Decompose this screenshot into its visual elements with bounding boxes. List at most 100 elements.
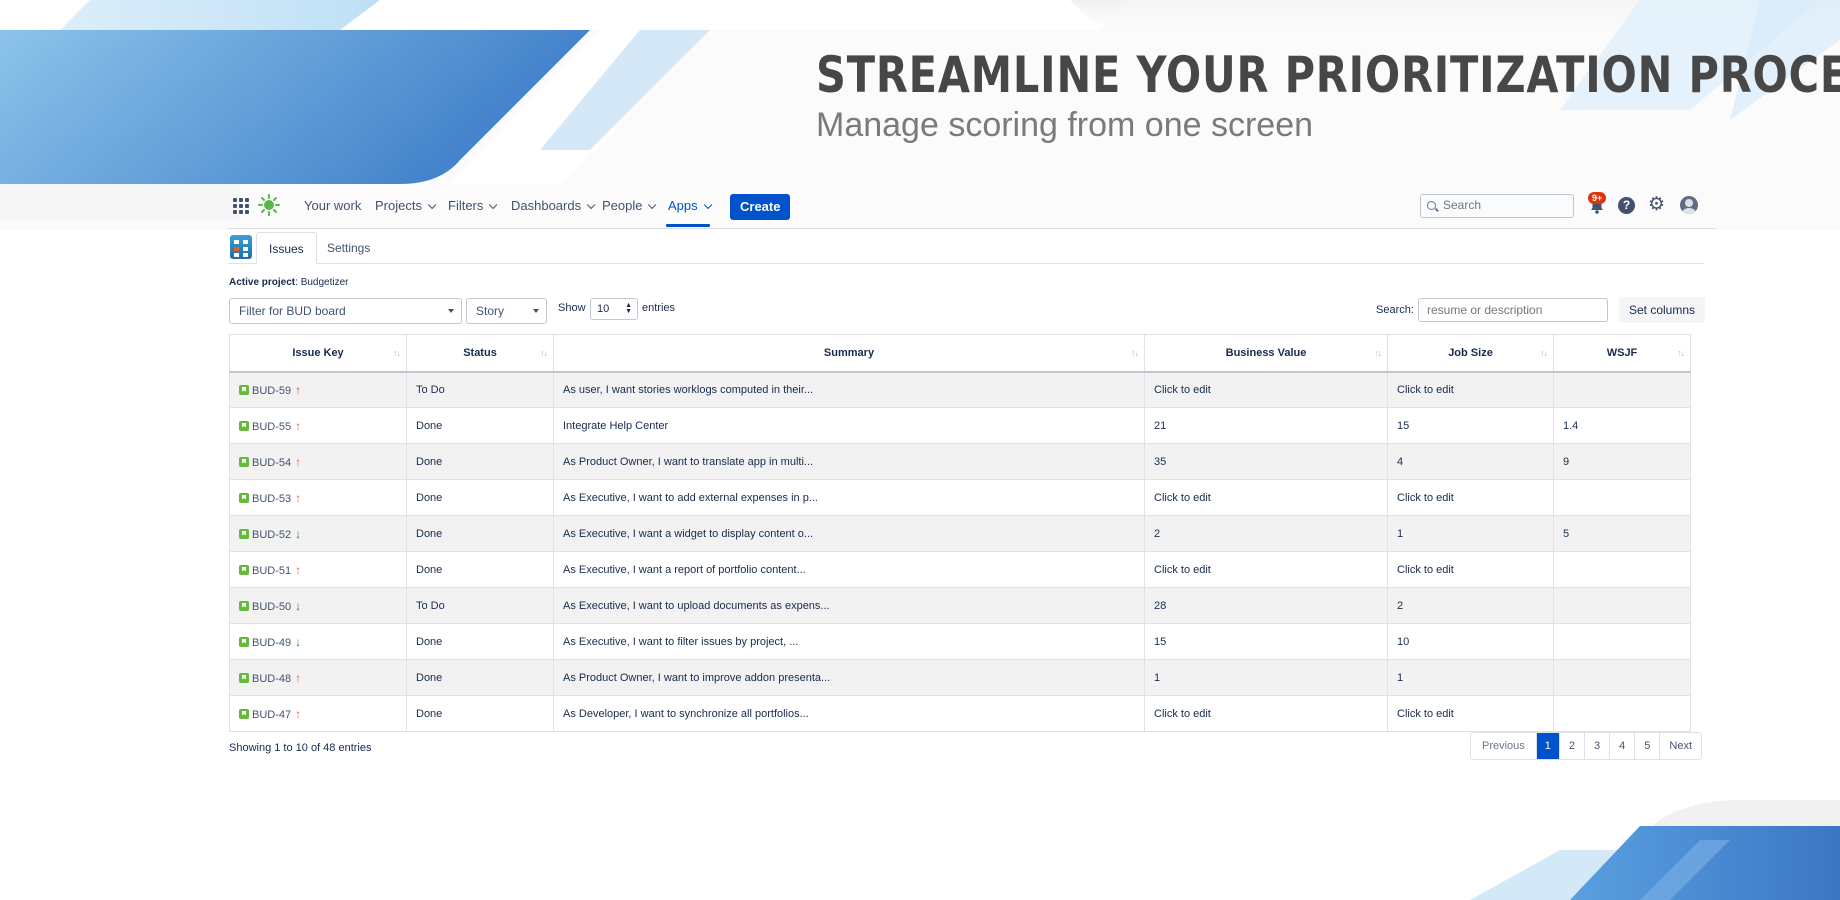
job-size-cell[interactable]: Click to edit <box>1387 371 1554 408</box>
chevron-down-icon <box>703 200 713 210</box>
issue-key-link[interactable]: BUD-49 <box>252 637 291 649</box>
nav-projects[interactable]: Projects <box>375 198 437 213</box>
settings-gear-icon[interactable]: ⚙ <box>1648 195 1665 215</box>
job-size-cell: 15 <box>1387 407 1554 444</box>
nav-your-work[interactable]: Your work <box>304 198 361 213</box>
business-value-cell[interactable]: Click to edit <box>1144 695 1388 732</box>
issue-key-link[interactable]: BUD-51 <box>252 565 291 577</box>
table-search-input[interactable] <box>1418 298 1608 322</box>
hero-title: STREAMLINE YOUR PRIORITIZATION PROCESS <box>816 46 1840 104</box>
nav-dashboards[interactable]: Dashboards <box>511 198 596 213</box>
summary-cell: As Developer, I want to synchronize all … <box>553 695 1145 732</box>
summary-cell: As Executive, I want a widget to display… <box>553 515 1145 552</box>
business-value-cell: 35 <box>1144 443 1388 480</box>
priority-high-arrow-icon: ↑ <box>295 562 302 577</box>
issue-key-cell: BUD-47 ↑ <box>229 695 407 732</box>
nav-search-input[interactable] <box>1443 198 1567 212</box>
user-avatar[interactable] <box>1680 196 1698 214</box>
business-value-cell: 28 <box>1144 587 1388 624</box>
column-header-wsjf[interactable]: WSJF ↑↓ <box>1553 334 1691 373</box>
table-row[interactable]: BUD-59 ↑ To Do As user, I want stories work… <box>229 371 1691 408</box>
table-row[interactable]: BUD-49 ↓ Done As Executive, I want to filte… <box>229 623 1691 660</box>
status-cell: To Do <box>406 371 554 408</box>
pagination-page-4[interactable]: 4 <box>1609 733 1634 759</box>
column-header-issue-key[interactable]: Issue Key ↑↓ <box>229 334 407 373</box>
help-icon[interactable]: ? <box>1618 197 1635 214</box>
pagination-page-2[interactable]: 2 <box>1558 733 1584 759</box>
issue-key-link[interactable]: BUD-48 <box>252 673 291 685</box>
wsjf-cell <box>1553 371 1691 408</box>
wsjf-cell: 5 <box>1553 515 1691 552</box>
issue-type-select[interactable]: Story <box>466 298 547 324</box>
table-row[interactable]: BUD-48 ↑ Done As Product Owner, I want to i… <box>229 659 1691 696</box>
issues-table-body: BUD-59 ↑ To Do As user, I want stories work… <box>229 371 1691 732</box>
active-nav-indicator <box>666 224 710 227</box>
business-value-cell[interactable]: Click to edit <box>1144 371 1388 408</box>
issue-key-link[interactable]: BUD-52 <box>252 529 291 541</box>
issue-key-link[interactable]: BUD-47 <box>252 709 291 721</box>
issue-key-link[interactable]: BUD-59 <box>252 385 291 397</box>
nav-apps[interactable]: Apps <box>668 198 713 213</box>
table-row[interactable]: BUD-51 ↑ Done As Executive, I want a report… <box>229 551 1691 588</box>
sort-icon: ↑↓ <box>540 348 548 358</box>
issue-key-cell: BUD-50 ↓ <box>229 587 407 624</box>
table-row[interactable]: BUD-53 ↑ Done As Executive, I want to add e… <box>229 479 1691 516</box>
issue-key-cell: BUD-49 ↓ <box>229 623 407 660</box>
column-header-business-value[interactable]: Business Value ↑↓ <box>1144 334 1388 373</box>
job-size-cell[interactable]: Click to edit <box>1387 695 1554 732</box>
nav-filters[interactable]: Filters <box>448 198 498 213</box>
job-size-cell: 10 <box>1387 623 1554 660</box>
issue-key-cell: BUD-51 ↑ <box>229 551 407 588</box>
chevron-down-icon <box>489 200 498 210</box>
board-filter-select[interactable]: Filter for BUD board <box>229 298 462 324</box>
issue-key-link[interactable]: BUD-55 <box>252 421 291 433</box>
table-row[interactable]: BUD-54 ↑ Done As Product Owner, I want to t… <box>229 443 1691 480</box>
stepper-arrows-icon: ▲ ▼ <box>625 302 632 315</box>
column-header-summary[interactable]: Summary ↑↓ <box>553 334 1145 373</box>
page: STREAMLINE YOUR PRIORITIZATION PROCESS M… <box>0 0 1840 900</box>
sort-icon: ↑↓ <box>1677 348 1685 358</box>
nav-search[interactable] <box>1420 194 1574 218</box>
column-header-job-size[interactable]: Job Size ↑↓ <box>1387 334 1554 373</box>
pagination-page-1[interactable]: 1 <box>1535 733 1559 759</box>
tab-issues[interactable]: Issues <box>256 232 317 264</box>
nav-people[interactable]: People <box>602 198 657 213</box>
app-tabs: Issues Settings <box>228 232 1704 264</box>
summary-cell: As Executive, I want to upload documents… <box>553 587 1145 624</box>
job-size-cell: 4 <box>1387 443 1554 480</box>
issue-key-link[interactable]: BUD-50 <box>252 601 291 613</box>
job-size-cell[interactable]: Click to edit <box>1387 551 1554 588</box>
entries-per-page-select[interactable]: 10 ▲ ▼ <box>590 298 638 320</box>
story-icon <box>239 384 249 395</box>
jira-logo-icon[interactable] <box>258 194 280 216</box>
pagination-page-5[interactable]: 5 <box>1634 733 1659 759</box>
chevron-down-icon <box>427 200 437 210</box>
pagination-next-button[interactable]: Next <box>1659 733 1701 759</box>
story-icon <box>239 600 249 611</box>
create-button[interactable]: Create <box>730 194 791 220</box>
column-header-status[interactable]: Status ↑↓ <box>406 334 554 373</box>
table-row[interactable]: BUD-55 ↑ Done Integrate Help Center 21 15 1.4 <box>229 407 1691 444</box>
priority-highest-arrow-icon: ↑ <box>295 382 302 397</box>
table-row[interactable]: BUD-50 ↓ To Do As Executive, I want to uplo… <box>229 587 1691 624</box>
table-row[interactable]: BUD-47 ↑ Done As Developer, I want to synch… <box>229 695 1691 732</box>
table-row[interactable]: BUD-52 ↓ Done As Executive, I want a widget… <box>229 515 1691 552</box>
wsjf-cell <box>1553 587 1691 624</box>
story-icon <box>239 672 249 683</box>
business-value-cell[interactable]: Click to edit <box>1144 479 1388 516</box>
sort-icon: ↑↓ <box>393 348 401 358</box>
app-switcher-icon[interactable] <box>233 198 249 214</box>
summary-cell: As user, I want stories worklogs compute… <box>553 371 1145 408</box>
search-icon <box>1427 201 1436 210</box>
business-value-cell: 21 <box>1144 407 1388 444</box>
set-columns-button[interactable]: Set columns <box>1619 297 1705 323</box>
issue-key-link[interactable]: BUD-54 <box>252 457 291 469</box>
pagination-page-3[interactable]: 3 <box>1584 733 1609 759</box>
hero-subtitle: Manage scoring from one screen <box>816 106 1314 144</box>
priority-high-arrow-icon: ↑ <box>295 418 302 433</box>
tab-settings[interactable]: Settings <box>315 232 382 264</box>
job-size-cell[interactable]: Click to edit <box>1387 479 1554 516</box>
issue-key-link[interactable]: BUD-53 <box>252 493 291 505</box>
business-value-cell[interactable]: Click to edit <box>1144 551 1388 588</box>
pagination-previous-button[interactable]: Previous <box>1471 733 1536 759</box>
